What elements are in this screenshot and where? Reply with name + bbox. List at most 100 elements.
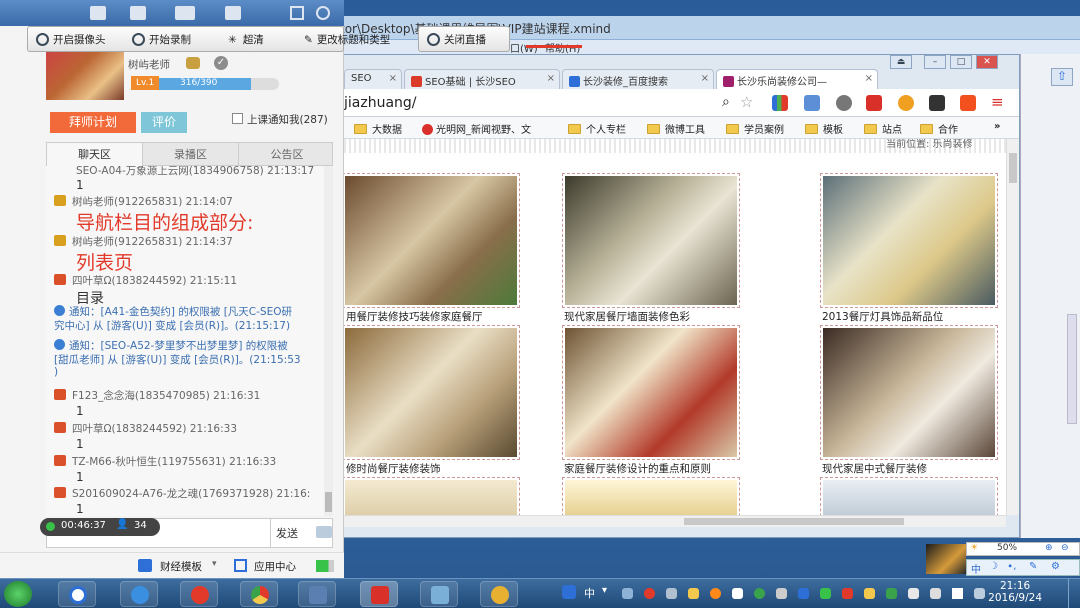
maximize-icon[interactable] <box>290 6 304 20</box>
link-icon[interactable] <box>804 95 820 111</box>
bookmark-item[interactable]: 站点 <box>864 121 902 136</box>
tray-icon[interactable] <box>842 588 853 599</box>
record-button[interactable]: 开始录制 <box>132 32 191 47</box>
star-icon[interactable]: ☆ <box>740 93 753 111</box>
zoom-icon[interactable]: ⌕ <box>722 94 730 110</box>
bookmark-item[interactable]: 光明网_新闻视野、文 <box>422 121 531 136</box>
moon-icon[interactable]: ☽ <box>989 561 998 572</box>
gallery-image[interactable] <box>562 325 740 460</box>
bookmark-item[interactable]: 学员案例 <box>726 121 784 136</box>
edit-title-button[interactable]: ✎ 更改标题和类型 <box>304 32 390 47</box>
tray-icon[interactable] <box>908 588 919 599</box>
upload-icon[interactable]: ⇧ <box>1051 68 1073 86</box>
close-tab-icon[interactable]: × <box>547 73 555 84</box>
address-bar[interactable]: jiazhuang/ ⌕ ☆ ≡ <box>344 89 1019 117</box>
finance-template-button[interactable]: 财经模板 <box>160 559 202 574</box>
taskbar-app[interactable] <box>120 581 158 607</box>
people-icon[interactable] <box>175 6 195 20</box>
tray-icon[interactable] <box>776 588 787 599</box>
chart-icon[interactable] <box>772 95 788 111</box>
taskbar-app[interactable] <box>480 581 518 607</box>
tray-icon[interactable] <box>622 588 633 599</box>
tray-icon[interactable] <box>688 588 699 599</box>
scroll-thumb[interactable] <box>1009 153 1017 183</box>
tray-icon[interactable] <box>710 588 721 599</box>
list-icon[interactable] <box>130 6 146 20</box>
checkmark-icon[interactable] <box>929 95 945 111</box>
seo-icon[interactable] <box>866 95 882 111</box>
bookmark-item[interactable]: 大数据 <box>354 121 402 136</box>
tab-1[interactable]: SEO × <box>344 69 402 89</box>
gallery-image[interactable] <box>820 477 998 515</box>
speed-widget[interactable]: ☀ 50% ⊕ ⊖ <box>966 542 1080 556</box>
home-icon[interactable] <box>90 6 106 20</box>
power-icon[interactable] <box>316 6 330 20</box>
horizontal-scrollbar[interactable] <box>344 515 1006 527</box>
sun-icon[interactable] <box>898 95 914 111</box>
dropdown-icon[interactable]: ▾ <box>212 559 217 569</box>
gallery-image[interactable] <box>820 173 998 308</box>
gallery-image[interactable] <box>344 477 520 515</box>
taskbar-app[interactable] <box>180 581 218 607</box>
gallery-caption[interactable]: 2013餐厅灯具饰品新品位 <box>822 309 943 324</box>
tray-icon[interactable] <box>886 588 897 599</box>
tab-2[interactable]: SEO基础 | 长沙SEO × <box>404 69 560 89</box>
tray-icon[interactable] <box>820 588 831 599</box>
close-tab-icon[interactable]: × <box>701 73 709 84</box>
gallery-image[interactable] <box>562 477 740 515</box>
eye-icon[interactable] <box>836 95 852 111</box>
bookmark-item[interactable]: 个人专栏 <box>568 121 626 136</box>
url-text[interactable]: jiazhuang/ <box>344 95 417 111</box>
preview-thumbnail[interactable] <box>926 544 966 574</box>
square-icon[interactable] <box>960 95 976 111</box>
gallery-image[interactable] <box>344 173 520 308</box>
bookmark-item[interactable]: 合作 <box>920 121 958 136</box>
gallery-caption[interactable]: 家庭餐厅装修设计的重点和原则 <box>564 461 711 476</box>
show-desktop-button[interactable] <box>1068 579 1080 608</box>
wrench-icon[interactable]: ✎ <box>1029 561 1037 572</box>
bookmark-overflow-button[interactable]: » <box>994 121 1000 132</box>
apprentice-plan-button[interactable]: 拜师计划 <box>50 112 136 133</box>
bookmark-item[interactable]: 微博工具 <box>647 121 705 136</box>
volume-icon[interactable] <box>952 588 963 599</box>
tab-notice[interactable]: 公告区 <box>239 143 335 166</box>
stop-live-button[interactable]: 关闭直播 <box>418 26 510 52</box>
taskbar-app[interactable] <box>360 581 398 607</box>
tray-icon[interactable] <box>644 588 655 599</box>
tab-chat[interactable]: 聊天区 <box>47 143 143 166</box>
notify-checkbox[interactable] <box>232 113 243 124</box>
taskbar-app[interactable] <box>58 581 96 607</box>
tray-icon[interactable] <box>754 588 765 599</box>
start-button[interactable] <box>4 581 32 607</box>
vertical-scrollbar[interactable] <box>1006 139 1019 515</box>
camera-button[interactable]: 开启摄像头 <box>36 32 106 47</box>
tab-replay[interactable]: 录播区 <box>143 143 239 166</box>
tab-3[interactable]: 长沙装修_百度搜索 × <box>562 69 714 89</box>
close-tab-icon[interactable]: × <box>389 73 397 84</box>
gallery-caption[interactable]: 修时尚餐厅装修装饰 <box>346 461 441 476</box>
close-tab-icon[interactable]: × <box>865 73 873 84</box>
menu-icon[interactable]: ≡ <box>991 93 1004 111</box>
tray-icon[interactable] <box>930 588 941 599</box>
window-scrollbar[interactable] <box>1067 314 1077 424</box>
bookmark-item[interactable]: 模板 <box>805 121 843 136</box>
scroll-thumb[interactable] <box>325 492 332 512</box>
gallery-caption[interactable]: 用餐厅装修技巧装修家庭餐厅 <box>346 309 483 324</box>
tray-expand-icon[interactable]: ▾ <box>602 585 607 596</box>
settings-icon[interactable]: ⚙ <box>1051 561 1060 572</box>
punct-icon[interactable]: ∙, <box>1007 561 1016 572</box>
ime-indicator[interactable]: 中 <box>584 585 595 601</box>
taskbar-app[interactable] <box>420 581 458 607</box>
gallery-image[interactable] <box>562 173 740 308</box>
teacher-avatar[interactable] <box>46 52 124 100</box>
taskbar-app[interactable] <box>240 581 278 607</box>
tab-4-active[interactable]: 长沙乐尚装修公司— × <box>716 69 878 90</box>
rate-button[interactable]: 评价 <box>141 112 187 133</box>
tray-icon[interactable] <box>798 588 809 599</box>
emoji-icon[interactable] <box>316 526 332 538</box>
gallery-caption[interactable]: 现代家居中式餐厅装修 <box>822 461 927 476</box>
send-button[interactable]: 发送 <box>276 525 298 541</box>
taskbar-app[interactable] <box>298 581 336 607</box>
gallery-caption[interactable]: 现代家居餐厅墙面装修色彩 <box>564 309 690 324</box>
gallery-image[interactable] <box>820 325 998 460</box>
